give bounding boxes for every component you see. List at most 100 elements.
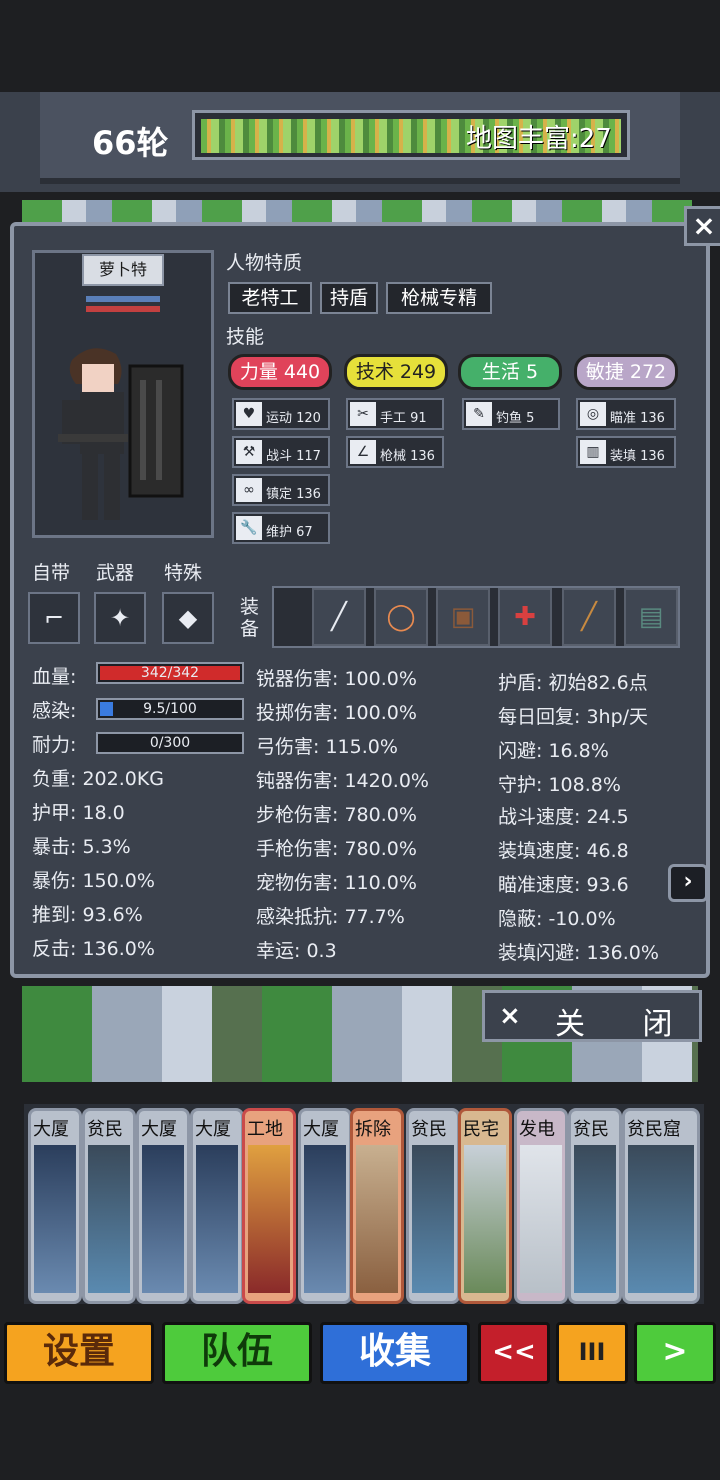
pet-icon: ◆ [178,604,198,632]
location-card[interactable]: 贫民 [406,1108,460,1304]
stat-right: 战斗速度: 24.5 [498,806,629,828]
slot-label-weapon: 武器 [96,562,135,584]
equip-slot-backpack[interactable]: ▣ [436,588,490,646]
play-button[interactable]: > [634,1322,716,1384]
subskill-calm[interactable]: ∞ 镇定 136 [232,474,330,506]
traits-title: 人物特质 [226,252,303,274]
slot-label-special: 特殊 [164,562,203,584]
trait-tag[interactable]: 枪械专精 [386,282,492,314]
close-button[interactable]: × 关 闭 [482,990,702,1042]
heart-icon: ♥ [236,402,262,426]
stat-mid: 钝器伤害: 1420.0% [256,770,429,792]
location-card[interactable]: 大厦 [28,1108,82,1304]
next-page-arrow[interactable]: › [668,864,708,902]
backpack-icon: ▣ [450,602,476,632]
stat-crit: 暴击: 5.3% [32,836,131,858]
crosshair-icon: ◎ [580,402,606,426]
location-card[interactable]: 大厦 [298,1108,352,1304]
equip-slot-medkit[interactable]: ✚ [498,588,552,646]
subskill-aim[interactable]: ◎ 瞄准 136 [576,398,676,430]
trait-tag[interactable]: 持盾 [320,282,378,314]
character-name: 萝卜特 [82,254,164,286]
pause-button[interactable]: III [556,1322,628,1384]
location-card[interactable]: 民宅 [458,1108,512,1304]
subskill-fishing[interactable]: ✎ 钓鱼 5 [462,398,560,430]
weapon-slot[interactable]: ✦ [94,592,146,644]
subskill-firearms[interactable]: ∠ 枪械 136 [346,436,444,468]
magazine-icon: ▥ [580,440,606,464]
stat-right: 瞄准速度: 93.6 [498,874,629,896]
location-card[interactable]: 发电 [514,1108,568,1304]
stat-mid: 锐器伤害: 100.0% [256,668,417,690]
scissors-icon: ✂ [350,402,376,426]
equip-slot-flashlight[interactable]: ╱ [312,588,366,646]
map-tile-strip [22,200,692,222]
subskill-craft[interactable]: ✂ 手工 91 [346,398,444,430]
stat-mid: 投掷伤害: 100.0% [256,702,417,724]
fishing-icon: ✎ [466,402,492,426]
stat-right: 装填闪避: 136.0% [498,942,659,964]
hammer-icon: ⚒ [236,440,262,464]
stat-right: 隐蔽: -10.0% [498,908,616,930]
location-card[interactable]: 大厦 [190,1108,244,1304]
ring-icon: ◯ [386,602,416,632]
rewind-button[interactable]: << [478,1322,550,1384]
builtin-slot[interactable]: ⌐ [28,592,80,644]
stat-right: 装填速度: 46.8 [498,840,629,862]
chevron-right-icon: › [683,869,693,894]
armor-icon: ▤ [638,602,664,632]
stat-right: 闪避: 16.8% [498,740,609,762]
stat-crit-damage: 暴伤: 150.0% [32,870,155,892]
location-card[interactable]: 大厦 [136,1108,190,1304]
gun-icon: ∠ [350,440,376,464]
slot-label-builtin: 自带 [32,562,71,584]
skill-agility[interactable]: 敏捷 272 [574,354,678,390]
subskill-reload[interactable]: ▥ 装填 136 [576,436,676,468]
close-icon: × [499,1001,521,1031]
portrait-stat-bar [86,296,160,302]
skills-title: 技能 [226,326,265,348]
location-card[interactable]: 拆除 [350,1108,404,1304]
map-richness-label: 地图丰富:27 [466,124,612,154]
glasses-icon: ∞ [236,478,262,502]
trait-tag[interactable]: 老特工 [228,282,312,314]
stat-mid: 感染抵抗: 77.7% [256,906,405,928]
location-card[interactable]: 贫民 [82,1108,136,1304]
bow-icon: ╱ [581,602,597,632]
stat-right: 每日回复: 3hp/天 [498,706,649,728]
infection-label: 感染: [32,700,77,722]
skill-technique[interactable]: 技术 249 [344,354,448,390]
panel-close-icon[interactable]: × [684,206,720,246]
equip-slot-ring[interactable]: ◯ [374,588,428,646]
subskill-sport[interactable]: ♥ 运动 120 [232,398,330,430]
skill-life[interactable]: 生活 5 [458,354,562,390]
stat-load: 负重: 202.0KG [32,768,165,790]
equip-slot-armor[interactable]: ▤ [624,588,678,646]
stamina-label: 耐力: [32,734,77,756]
stat-mid: 弓伤害: 115.0% [256,736,398,758]
medkit-icon: ✚ [514,602,536,632]
equip-slot-bow[interactable]: ╱ [562,588,616,646]
stamina-bar: 0/300 [96,732,244,754]
settings-button[interactable]: 设置 [4,1322,154,1384]
location-card[interactable]: 贫民 [568,1108,622,1304]
collect-button[interactable]: 收集 [320,1322,470,1384]
portrait-hp-bar [86,306,160,312]
stat-counter: 反击: 136.0% [32,938,155,960]
equip-label: 装备 [240,596,260,640]
stat-armor: 护甲: 18.0 [32,802,125,824]
stat-mid: 宠物伤害: 110.0% [256,872,417,894]
stat-mid: 手枪伤害: 780.0% [256,838,417,860]
team-button[interactable]: 队伍 [162,1322,312,1384]
hp-bar: 342/342 [96,662,244,684]
pistol-icon: ⌐ [43,604,65,632]
round-counter: 66轮 [92,124,169,162]
skill-strength[interactable]: 力量 440 [228,354,332,390]
subskill-maintenance[interactable]: 🔧 维护 67 [232,512,330,544]
location-card[interactable]: 贫民窟 [622,1108,700,1304]
location-card[interactable]: 工地 [242,1108,296,1304]
stat-right: 护盾: 初始82.6点 [498,672,648,694]
special-slot[interactable]: ◆ [162,592,214,644]
subskill-combat[interactable]: ⚒ 战斗 117 [232,436,330,468]
stat-knockdown: 推到: 93.6% [32,904,143,926]
